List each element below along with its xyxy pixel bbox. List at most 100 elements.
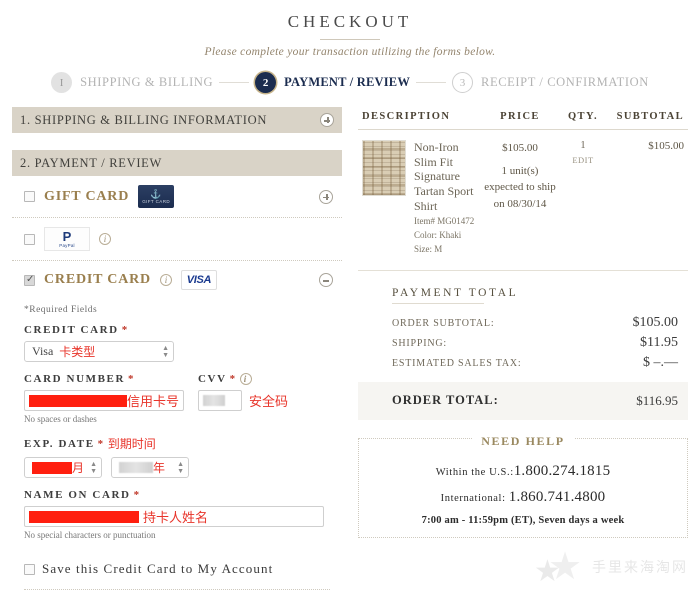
help-us-label: Within the U.S.: <box>435 466 514 478</box>
info-circle-icon[interactable]: i <box>239 373 252 385</box>
required-marker: * <box>121 324 129 336</box>
gift-card-checkbox[interactable] <box>24 191 35 202</box>
sales-tax-label: ESTIMATED SALES TAX: <box>392 357 522 369</box>
exp-year-blur <box>119 462 153 473</box>
shipping-label: SHIPPING: <box>392 337 447 349</box>
info-circle-icon[interactable]: i <box>99 233 111 245</box>
step-payment-review[interactable]: 2 PAYMENT / REVIEW <box>255 72 410 93</box>
payment-option-gift-card[interactable]: GIFT CARD ⚓ GIFT CARD <box>12 176 342 218</box>
name-on-card-help: No special characters or punctuation <box>24 530 156 540</box>
page-subtitle: Please complete your transaction utilizi… <box>204 46 496 58</box>
submit-area: SEND PAYMENT & PLACE ORDER <box>12 590 342 600</box>
chevron-updown-icon: ▲ ▼ <box>177 459 184 475</box>
order-table-header: DESCRIPTION PRICE QTY. SUBTOTAL <box>358 107 688 130</box>
help-us-line: Within the U.S.:1.800.274.1815 <box>369 463 677 480</box>
exp-month-redaction <box>32 461 72 474</box>
checkout-forms-column: 1. SHIPPING & BILLING INFORMATION 2. PAY… <box>12 107 342 600</box>
card-type-label: CREDIT CARD * <box>24 324 129 336</box>
sales-tax-row: ESTIMATED SALES TAX: $ –.— <box>358 353 688 373</box>
watermark-text: 手里来海淘网 <box>592 560 688 576</box>
cvv-blur <box>203 395 225 406</box>
credit-card-form: *Required Fields CREDIT CARD * Visa 卡类型 … <box>12 299 342 540</box>
watermark: ★ ★ 手里来海淘网 <box>534 548 688 587</box>
card-number-label: CARD NUMBER * <box>24 373 136 385</box>
page-title: CHECKOUT <box>287 12 413 31</box>
edit-item-link[interactable]: EDIT <box>556 155 610 165</box>
checkout-page: CHECKOUT Please complete your transactio… <box>0 0 700 600</box>
field-name-on-card: NAME ON CARD * 持卡人姓名 No special characte… <box>24 489 330 540</box>
column-subtotal: SUBTOTAL <box>616 111 684 122</box>
step-receipt-confirmation[interactable]: 3 RECEIPT / CONFIRMATION <box>452 72 649 93</box>
sales-tax-value: $ –.— <box>643 354 678 370</box>
payment-total-title: PAYMENT TOTAL <box>392 286 519 299</box>
paypal-logo: P PayPal <box>44 227 90 251</box>
help-intl-line: International: 1.860.741.4800 <box>369 489 677 506</box>
order-total-value: $116.95 <box>636 392 678 408</box>
item-name[interactable]: Non-Iron Slim Fit Signature Tartan Sport… <box>414 140 484 213</box>
title-divider <box>320 39 380 40</box>
save-card-checkbox[interactable] <box>24 563 35 575</box>
card-number-input[interactable]: 信用卡号 <box>24 390 184 411</box>
credit-card-checkbox[interactable] <box>24 274 35 286</box>
minus-circle-icon[interactable] <box>319 273 333 287</box>
required-marker: * <box>97 437 105 450</box>
help-hours: 7:00 am - 11:59pm (ET), Seven days a wee… <box>421 514 625 526</box>
plaid-shirt-thumbnail[interactable] <box>362 140 406 196</box>
required-fields-note: *Required Fields <box>24 305 98 315</box>
payment-option-credit-card[interactable]: CREDIT CARD i VISA <box>12 261 342 299</box>
name-on-card-input[interactable]: 持卡人姓名 <box>24 506 324 527</box>
required-marker: * <box>133 489 141 501</box>
card-number-annotation: 信用卡号 <box>126 395 179 410</box>
exp-year-select[interactable]: 年 ▲ ▼ <box>111 457 189 478</box>
field-exp-date: EXP. DATE * 到期时间 月 ▲ ▼ 年 ▲ ▼ <box>24 435 330 478</box>
order-subtotal-row: ORDER SUBTOTAL: $105.00 <box>358 313 688 333</box>
chevron-updown-icon: ▲ ▼ <box>90 459 97 475</box>
shipping-value: $11.95 <box>640 334 678 350</box>
plus-circle-icon[interactable] <box>320 113 334 127</box>
save-card-label: Save this Credit Card to My Account <box>42 561 274 576</box>
field-card-number: CARD NUMBER * 信用卡号 No spaces or dashes <box>24 373 184 424</box>
order-subtotal-value: $105.00 <box>632 314 679 330</box>
plus-circle-icon[interactable] <box>319 189 333 204</box>
section-shipping-billing[interactable]: 1. SHIPPING & BILLING INFORMATION <box>12 107 342 133</box>
exp-month-suffix: 月 <box>72 461 85 475</box>
item-qty: 1 <box>580 140 586 151</box>
need-help-box: NEED HELP Within the U.S.:1.800.274.1815… <box>358 433 688 538</box>
order-item-row: Non-Iron Slim Fit Signature Tartan Sport… <box>358 130 688 271</box>
visa-logo: VISA <box>180 270 217 290</box>
card-type-value: Visa <box>32 344 54 358</box>
shipping-row: SHIPPING: $11.95 <box>358 333 688 353</box>
payment-option-paypal[interactable]: P PayPal i <box>12 218 342 261</box>
step-2-label: PAYMENT / REVIEW <box>284 75 411 89</box>
gift-card-badge: ⚓ GIFT CARD <box>138 185 175 208</box>
exp-month-select[interactable]: 月 ▲ ▼ <box>24 457 102 478</box>
cvv-label: CVV * i <box>198 373 288 385</box>
cvv-input[interactable] <box>198 390 242 411</box>
required-marker: * <box>229 373 237 385</box>
card-number-redaction <box>29 394 127 407</box>
card-type-annotation: 卡类型 <box>59 345 96 359</box>
item-color: Color: Khaki <box>414 230 462 241</box>
gift-card-badge-text: GIFT CARD <box>142 198 171 204</box>
item-price-cell: $105.00 1 unit(s) expected to ship on 08… <box>484 140 556 256</box>
chevron-updown-icon: ▲ ▼ <box>162 343 169 359</box>
gift-card-label: GIFT CARD <box>44 188 130 204</box>
item-number: Item# MG01472 <box>414 216 475 227</box>
help-intl-number[interactable]: 1.860.741.4800 <box>509 489 606 505</box>
save-card-row[interactable]: Save this Credit Card to My Account <box>12 551 342 589</box>
step-separator <box>416 82 447 83</box>
anchor-icon: ⚓ <box>150 188 162 199</box>
help-us-number[interactable]: 1.800.274.1815 <box>514 463 611 479</box>
card-number-help: No spaces or dashes <box>24 414 97 424</box>
section-payment-title: 2. PAYMENT / REVIEW <box>20 155 163 170</box>
step-1-badge: I <box>51 72 73 93</box>
card-type-select[interactable]: Visa 卡类型 ▲ ▼ <box>24 341 174 362</box>
paypal-checkbox[interactable] <box>24 233 35 245</box>
field-cvv: CVV * i 安全码 <box>198 373 288 424</box>
exp-year-suffix: 年 <box>153 461 166 475</box>
info-circle-icon[interactable]: i <box>159 274 172 286</box>
payment-total-divider <box>392 302 484 304</box>
section-payment-review[interactable]: 2. PAYMENT / REVIEW <box>12 150 342 176</box>
step-shipping-billing[interactable]: I SHIPPING & BILLING <box>51 72 213 93</box>
column-description: DESCRIPTION <box>362 111 451 122</box>
